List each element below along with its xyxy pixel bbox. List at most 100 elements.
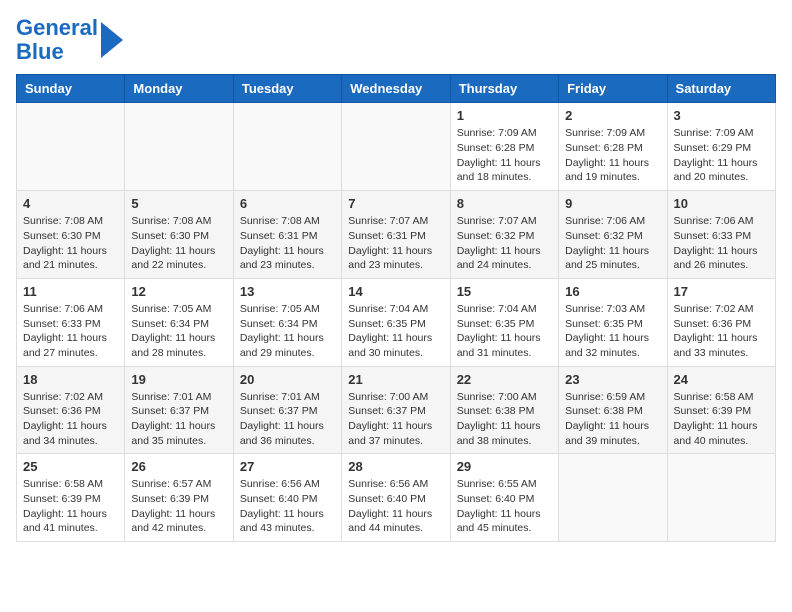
calendar-day-cell: 13Sunrise: 7:05 AM Sunset: 6:34 PM Dayli…	[233, 278, 341, 366]
calendar-day-cell: 14Sunrise: 7:04 AM Sunset: 6:35 PM Dayli…	[342, 278, 450, 366]
day-info: Sunrise: 7:07 AM Sunset: 6:32 PM Dayligh…	[457, 214, 552, 273]
calendar-day-cell	[17, 103, 125, 191]
day-info: Sunrise: 7:06 AM Sunset: 6:33 PM Dayligh…	[674, 214, 769, 273]
logo-general: General	[16, 15, 98, 40]
calendar-day-cell: 8 Sunrise: 7:07 AM Sunset: 6:32 PM Daylig…	[450, 191, 558, 279]
day-info: Sunrise: 7:05 AM Sunset: 6:34 PM Dayligh…	[240, 302, 335, 361]
calendar-day-cell	[125, 103, 233, 191]
day-number: 4	[23, 196, 118, 211]
day-info: Sunrise: 7:09 AM Sunset: 6:29 PM Dayligh…	[674, 126, 769, 185]
calendar-day-cell: 15 Sunrise: 7:04 AM Sunset: 6:35 PM Dayli…	[450, 278, 558, 366]
calendar-week-row: 11Sunrise: 7:06 AM Sunset: 6:33 PM Dayli…	[17, 278, 776, 366]
day-info: Sunrise: 7:08 AM Sunset: 6:30 PM Dayligh…	[23, 214, 118, 273]
day-number: 10	[674, 196, 769, 211]
calendar-week-row: 4 Sunrise: 7:08 AM Sunset: 6:30 PM Daylig…	[17, 191, 776, 279]
calendar-day-cell: 23Sunrise: 6:59 AM Sunset: 6:38 PM Dayli…	[559, 366, 667, 454]
day-info: Sunrise: 7:06 AM Sunset: 6:32 PM Dayligh…	[565, 214, 660, 273]
day-info: Sunrise: 6:56 AM Sunset: 6:40 PM Dayligh…	[348, 477, 443, 536]
day-info: Sunrise: 7:06 AM Sunset: 6:33 PM Dayligh…	[23, 302, 118, 361]
calendar-day-cell: 1 Sunrise: 7:09 AM Sunset: 6:28 PM Daylig…	[450, 103, 558, 191]
logo-blue: Blue	[16, 40, 98, 64]
calendar-header-saturday: Saturday	[667, 75, 775, 103]
calendar-day-cell: 4 Sunrise: 7:08 AM Sunset: 6:30 PM Daylig…	[17, 191, 125, 279]
calendar-day-cell: 27 Sunrise: 6:56 AM Sunset: 6:40 PM Dayli…	[233, 454, 341, 542]
calendar-day-cell: 10 Sunrise: 7:06 AM Sunset: 6:33 PM Dayli…	[667, 191, 775, 279]
page-header: General Blue	[16, 16, 776, 64]
day-number: 22	[457, 372, 552, 387]
calendar-day-cell: 7 Sunrise: 7:07 AM Sunset: 6:31 PM Daylig…	[342, 191, 450, 279]
day-number: 16	[565, 284, 660, 299]
calendar-day-cell: 26 Sunrise: 6:57 AM Sunset: 6:39 PM Dayli…	[125, 454, 233, 542]
calendar-header-wednesday: Wednesday	[342, 75, 450, 103]
calendar-day-cell: 29 Sunrise: 6:55 AM Sunset: 6:40 PM Dayli…	[450, 454, 558, 542]
calendar-header-sunday: Sunday	[17, 75, 125, 103]
day-info: Sunrise: 6:58 AM Sunset: 6:39 PM Dayligh…	[23, 477, 118, 536]
calendar-day-cell: 2 Sunrise: 7:09 AM Sunset: 6:28 PM Daylig…	[559, 103, 667, 191]
calendar-day-cell: 20 Sunrise: 7:01 AM Sunset: 6:37 PM Dayli…	[233, 366, 341, 454]
day-info: Sunrise: 7:07 AM Sunset: 6:31 PM Dayligh…	[348, 214, 443, 273]
calendar-header-friday: Friday	[559, 75, 667, 103]
day-info: Sunrise: 7:02 AM Sunset: 6:36 PM Dayligh…	[674, 302, 769, 361]
day-info: Sunrise: 7:00 AM Sunset: 6:38 PM Dayligh…	[457, 390, 552, 449]
day-info: Sunrise: 7:03 AM Sunset: 6:35 PM Dayligh…	[565, 302, 660, 361]
day-number: 20	[240, 372, 335, 387]
day-number: 27	[240, 459, 335, 474]
calendar-day-cell: 16 Sunrise: 7:03 AM Sunset: 6:35 PM Dayli…	[559, 278, 667, 366]
calendar-day-cell: 6Sunrise: 7:08 AM Sunset: 6:31 PM Daylig…	[233, 191, 341, 279]
calendar-header-tuesday: Tuesday	[233, 75, 341, 103]
day-info: Sunrise: 6:56 AM Sunset: 6:40 PM Dayligh…	[240, 477, 335, 536]
calendar-week-row: 18 Sunrise: 7:02 AM Sunset: 6:36 PM Dayli…	[17, 366, 776, 454]
day-number: 17	[674, 284, 769, 299]
calendar-day-cell: 11Sunrise: 7:06 AM Sunset: 6:33 PM Dayli…	[17, 278, 125, 366]
day-number: 28	[348, 459, 443, 474]
day-info: Sunrise: 7:04 AM Sunset: 6:35 PM Dayligh…	[457, 302, 552, 361]
day-info: Sunrise: 6:57 AM Sunset: 6:39 PM Dayligh…	[131, 477, 226, 536]
day-info: Sunrise: 7:01 AM Sunset: 6:37 PM Dayligh…	[240, 390, 335, 449]
day-info: Sunrise: 7:00 AM Sunset: 6:37 PM Dayligh…	[348, 390, 443, 449]
calendar-week-row: 25Sunrise: 6:58 AM Sunset: 6:39 PM Dayli…	[17, 454, 776, 542]
day-info: Sunrise: 7:09 AM Sunset: 6:28 PM Dayligh…	[457, 126, 552, 185]
day-number: 3	[674, 108, 769, 123]
day-number: 8	[457, 196, 552, 211]
calendar-day-cell	[233, 103, 341, 191]
calendar-day-cell: 17 Sunrise: 7:02 AM Sunset: 6:36 PM Dayli…	[667, 278, 775, 366]
day-number: 15	[457, 284, 552, 299]
calendar-day-cell	[342, 103, 450, 191]
calendar-day-cell: 9 Sunrise: 7:06 AM Sunset: 6:32 PM Daylig…	[559, 191, 667, 279]
day-number: 29	[457, 459, 552, 474]
calendar-day-cell: 19 Sunrise: 7:01 AM Sunset: 6:37 PM Dayli…	[125, 366, 233, 454]
day-number: 9	[565, 196, 660, 211]
day-number: 19	[131, 372, 226, 387]
calendar-day-cell: 22 Sunrise: 7:00 AM Sunset: 6:38 PM Dayli…	[450, 366, 558, 454]
day-info: Sunrise: 7:04 AM Sunset: 6:35 PM Dayligh…	[348, 302, 443, 361]
day-number: 6	[240, 196, 335, 211]
day-number: 26	[131, 459, 226, 474]
day-number: 21	[348, 372, 443, 387]
calendar-day-cell	[667, 454, 775, 542]
day-info: Sunrise: 6:55 AM Sunset: 6:40 PM Dayligh…	[457, 477, 552, 536]
calendar-day-cell	[559, 454, 667, 542]
day-info: Sunrise: 7:01 AM Sunset: 6:37 PM Dayligh…	[131, 390, 226, 449]
day-info: Sunrise: 7:08 AM Sunset: 6:30 PM Dayligh…	[131, 214, 226, 273]
day-number: 2	[565, 108, 660, 123]
calendar-header-thursday: Thursday	[450, 75, 558, 103]
calendar-week-row: 1 Sunrise: 7:09 AM Sunset: 6:28 PM Daylig…	[17, 103, 776, 191]
calendar-day-cell: 5 Sunrise: 7:08 AM Sunset: 6:30 PM Daylig…	[125, 191, 233, 279]
calendar-header-row: SundayMondayTuesdayWednesdayThursdayFrid…	[17, 75, 776, 103]
day-number: 1	[457, 108, 552, 123]
day-info: Sunrise: 7:09 AM Sunset: 6:28 PM Dayligh…	[565, 126, 660, 185]
calendar-day-cell: 3 Sunrise: 7:09 AM Sunset: 6:29 PM Daylig…	[667, 103, 775, 191]
calendar-table: SundayMondayTuesdayWednesdayThursdayFrid…	[16, 74, 776, 542]
day-info: Sunrise: 7:02 AM Sunset: 6:36 PM Dayligh…	[23, 390, 118, 449]
logo: General Blue	[16, 16, 123, 64]
day-number: 23	[565, 372, 660, 387]
day-number: 7	[348, 196, 443, 211]
calendar-header-monday: Monday	[125, 75, 233, 103]
day-number: 18	[23, 372, 118, 387]
logo-arrow-icon	[101, 22, 123, 58]
day-number: 5	[131, 196, 226, 211]
day-number: 24	[674, 372, 769, 387]
day-info: Sunrise: 7:05 AM Sunset: 6:34 PM Dayligh…	[131, 302, 226, 361]
calendar-day-cell: 25Sunrise: 6:58 AM Sunset: 6:39 PM Dayli…	[17, 454, 125, 542]
calendar-day-cell: 12Sunrise: 7:05 AM Sunset: 6:34 PM Dayli…	[125, 278, 233, 366]
